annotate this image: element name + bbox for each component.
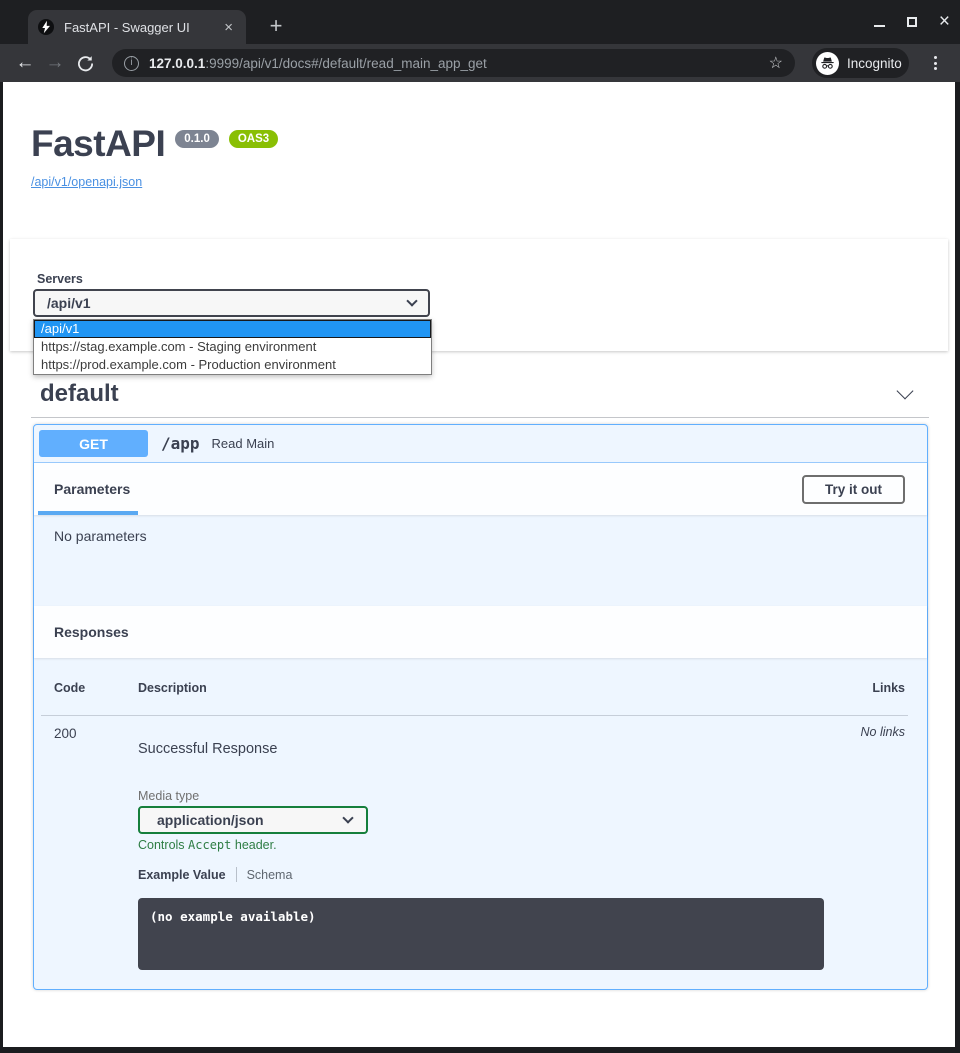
divider (236, 867, 237, 882)
divider (31, 417, 929, 418)
opblock-get-app: GET /app Read Main Parameters Try it out… (33, 424, 928, 990)
window-minimize-button[interactable] (874, 25, 885, 27)
chevron-down-icon (406, 295, 417, 306)
tab-title: FastAPI - Swagger UI (64, 20, 221, 35)
swagger-page: FastAPI 0.1.0 OAS3 /api/v1/openapi.json … (3, 82, 955, 1047)
chevron-down-icon (342, 812, 353, 823)
media-type-label: Media type (138, 789, 199, 803)
media-type-value: application/json (157, 812, 264, 828)
hint-prefix: Controls (138, 838, 188, 852)
chevron-down-icon[interactable] (897, 383, 914, 400)
info-icon[interactable]: i (124, 56, 139, 71)
column-header-code: Code (54, 681, 85, 695)
window-maximize-button[interactable] (907, 17, 917, 27)
incognito-icon (816, 52, 839, 75)
back-button[interactable]: ← (10, 52, 40, 74)
response-description: Successful Response (138, 741, 277, 757)
active-tab-underline (38, 511, 138, 515)
tag-name: default (40, 380, 119, 408)
server-option[interactable]: https://stag.example.com - Staging envir… (34, 338, 431, 356)
parameters-title: Parameters (54, 481, 130, 497)
example-schema-tabs: Example Value Schema (138, 867, 292, 882)
reload-icon (77, 55, 94, 72)
responses-header: Responses (34, 606, 927, 658)
new-tab-button[interactable]: + (262, 12, 290, 40)
servers-label: Servers (37, 272, 83, 286)
example-code-text: (no example available) (150, 909, 316, 924)
accept-header-hint: Controls Accept header. (138, 838, 277, 852)
response-links: No links (861, 725, 905, 739)
openapi-spec-link[interactable]: /api/v1/openapi.json (31, 175, 142, 189)
server-option[interactable]: /api/v1 (34, 320, 431, 338)
url-path: :9999/api/v1/docs#/default/read_main_app… (205, 56, 768, 71)
responses-title: Responses (54, 624, 129, 640)
example-code-block: (no example available) (138, 898, 824, 970)
try-it-out-button[interactable]: Try it out (802, 475, 905, 504)
operation-summary[interactable]: GET /app Read Main (34, 425, 927, 463)
hint-suffix: header. (231, 838, 276, 852)
column-header-description: Description (138, 681, 207, 695)
browser-toolbar: ← → i 127.0.0.1 :9999/api/v1/docs#/defau… (0, 44, 960, 82)
column-header-links: Links (872, 681, 905, 695)
url-bar[interactable]: i 127.0.0.1 :9999/api/v1/docs#/default/r… (112, 49, 795, 77)
divider (41, 715, 908, 716)
tab-strip: FastAPI - Swagger UI × + × (0, 0, 960, 44)
fastapi-favicon-icon (38, 19, 54, 35)
parameters-header: Parameters Try it out (34, 463, 927, 515)
server-option[interactable]: https://prod.example.com - Production en… (34, 356, 431, 374)
incognito-badge: Incognito (812, 48, 909, 78)
servers-dropdown-list: /api/v1 https://stag.example.com - Stagi… (33, 319, 432, 375)
tab-example-value[interactable]: Example Value (138, 868, 226, 882)
tab-schema[interactable]: Schema (247, 868, 293, 882)
operation-path: /app (161, 434, 200, 453)
no-parameters-text: No parameters (54, 528, 147, 544)
response-code: 200 (54, 726, 77, 741)
browser-tab[interactable]: FastAPI - Swagger UI × (28, 10, 246, 44)
bookmark-star-icon[interactable]: ☆ (769, 53, 783, 73)
operation-description: Read Main (212, 436, 275, 451)
version-badge: 0.1.0 (175, 130, 219, 148)
forward-button[interactable]: → (40, 52, 70, 74)
incognito-label: Incognito (847, 56, 902, 71)
method-badge: GET (39, 430, 148, 457)
tag-section-default[interactable]: default (40, 376, 911, 412)
servers-select[interactable]: /api/v1 (33, 289, 430, 317)
menu-kebab-icon[interactable] (928, 53, 942, 73)
api-title-bar: FastAPI 0.1.0 OAS3 (31, 122, 278, 166)
url-host: 127.0.0.1 (149, 56, 205, 71)
window-close-button[interactable]: × (939, 14, 950, 30)
oas3-badge: OAS3 (229, 130, 278, 148)
close-tab-icon[interactable]: × (221, 20, 236, 35)
reload-button[interactable] (70, 55, 100, 72)
servers-select-value: /api/v1 (47, 295, 91, 311)
media-type-select[interactable]: application/json (138, 806, 368, 834)
hint-code: Accept (188, 838, 231, 852)
page-title: FastAPI (31, 122, 165, 166)
window-controls: × (874, 12, 950, 32)
